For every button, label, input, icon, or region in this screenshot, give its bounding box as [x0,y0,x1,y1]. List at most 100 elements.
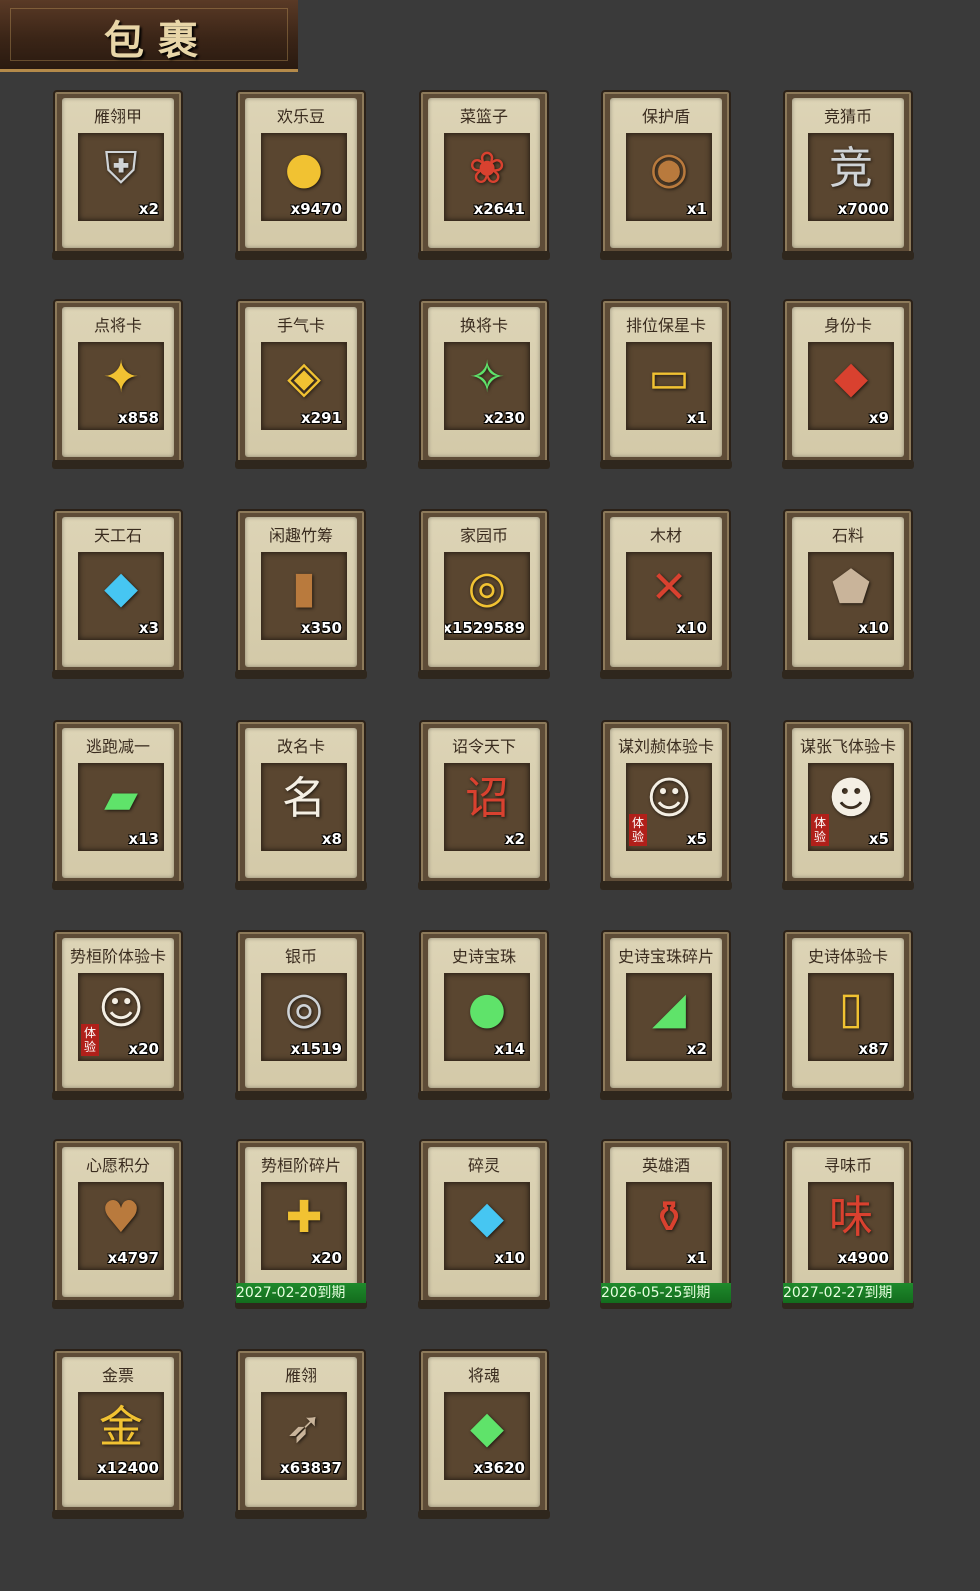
inventory-item[interactable]: 势桓阶碎片 ✚ x20 2027-02-20到期 [235,1139,367,1309]
inventory-item[interactable]: 逃跑减一 ▰ x13 [52,720,184,890]
item-name: 诏令天下 [451,737,516,756]
item-quantity: x1529589 [444,619,525,637]
item-quantity: x2 [686,1040,707,1058]
item-quantity: x2641 [473,200,525,218]
item-icon-box: ▰ x13 [78,763,164,851]
shield-icon: ◉ [649,143,689,194]
rename-card-icon: 名 [282,773,326,824]
silver-coin-icon: ◎ [284,983,324,1034]
item-name: 点将卡 [93,316,142,335]
rank-card-icon: ▭ [648,352,690,403]
inventory-item[interactable]: 家园币 ◎ x1529589 [418,509,550,679]
expiry-banner: 2026-05-25到期 [601,1283,731,1303]
expiry-banner: 2027-02-20到期 [236,1283,366,1303]
inventory-item[interactable]: 谋刘赪体验卡 ☺ 体验 x5 [600,720,732,890]
item-icon-box: ➶ x63837 [261,1392,347,1480]
inventory-item[interactable]: 谋张飞体验卡 ☻ 体验 x5 [782,720,914,890]
item-icon-box: 名 x8 [261,763,347,851]
inventory-item[interactable]: 雁翎甲 ⛨ x2 [52,90,184,260]
item-name: 将魂 [467,1366,500,1385]
item-name: 改名卡 [276,737,325,756]
item-quantity: x4900 [837,1249,889,1267]
item-quantity: x230 [484,409,525,427]
item-quantity: x13 [128,830,159,848]
item-icon-box: ◢ x2 [626,973,712,1061]
item-icon-box: ✚ x20 [261,1182,347,1270]
item-quantity: x14 [494,1040,525,1058]
item-name: 闲趣竹筹 [268,526,333,545]
item-icon-box: ▭ x1 [626,342,712,430]
inventory-item[interactable]: 将魂 ◆ x3620 [418,1349,550,1519]
inventory-item[interactable]: 史诗宝珠 ● x14 [418,930,550,1100]
item-name: 木材 [649,526,682,545]
inventory-item[interactable]: 闲趣竹筹 ▮ x350 [235,509,367,679]
item-icon-box: ☺ 体验 x20 [78,973,164,1061]
swap-card-icon: ✧ [468,352,506,403]
inventory-item[interactable]: 势桓阶体验卡 ☺ 体验 x20 [52,930,184,1100]
inventory-item[interactable]: 木材 ✕ x10 [600,509,732,679]
item-name: 英雄酒 [641,1156,690,1175]
item-icon-box: ◆ x10 [444,1182,530,1270]
inventory-item[interactable]: 雁翎 ➶ x63837 [235,1349,367,1519]
item-quantity: x12400 [97,1459,159,1477]
item-icon-box: ☻ 体验 x5 [808,763,894,851]
inventory-item[interactable]: 换将卡 ✧ x230 [418,299,550,469]
coin-icon: 竞 [829,143,873,194]
item-icon-box: ▮ x350 [261,552,347,640]
item-quantity: x291 [301,409,342,427]
inventory-item[interactable]: 点将卡 ✦ x858 [52,299,184,469]
inventory-item[interactable]: 排位保星卡 ▭ x1 [600,299,732,469]
inventory-item[interactable]: 天工石 ◆ x3 [52,509,184,679]
expiry-banner: 2027-02-27到期 [783,1283,913,1303]
item-name: 史诗宝珠 [451,947,516,966]
inventory-item[interactable]: 诏令天下诏 x2 [418,720,550,890]
inventory-item[interactable]: 金票金 x12400 [52,1349,184,1519]
inventory-item[interactable]: 心愿积分 ♥ x4797 [52,1139,184,1309]
inventory-item[interactable]: 竞猜币竞 x7000 [782,90,914,260]
item-quantity: x10 [676,619,707,637]
item-name: 天工石 [93,526,142,545]
item-icon-box: ☺ 体验 x5 [626,763,712,851]
puzzle-piece-icon: ✚ [285,1192,323,1243]
inventory-item[interactable]: 欢乐豆 ● x9470 [235,90,367,260]
inventory-item[interactable]: 史诗宝珠碎片 ◢ x2 [600,930,732,1100]
page-title: 包裹 [104,17,212,64]
inventory-item[interactable]: 身份卡 ◆ x9 [782,299,914,469]
item-quantity: x8 [321,830,342,848]
item-name: 心愿积分 [85,1156,150,1175]
scroll-icon: 诏 [465,773,509,824]
inventory-item[interactable]: 石料 ⬟ x10 [782,509,914,679]
item-quantity: x350 [301,619,342,637]
item-name: 势桓阶体验卡 [69,947,166,966]
inventory-item[interactable]: 英雄酒 ⚱ x1 2026-05-25到期 [600,1139,732,1309]
item-quantity: x3 [138,619,159,637]
inventory-item[interactable]: 保护盾 ◉ x1 [600,90,732,260]
item-icon-box: ✦ x858 [78,342,164,430]
item-quantity: x87 [858,1040,889,1058]
gold-card-icon: ▯ [838,983,864,1034]
item-name: 逃跑减一 [85,737,150,756]
item-quantity: x20 [128,1040,159,1058]
item-quantity: x3620 [473,1459,525,1477]
inventory-item[interactable]: 银币 ◎ x1519 [235,930,367,1100]
item-name: 石料 [831,526,864,545]
item-icon-box: ♥ x4797 [78,1182,164,1270]
inventory-item[interactable]: 碎灵 ◆ x10 [418,1139,550,1309]
stone-icon: ⬟ [831,562,871,613]
item-icon-box: ◎ x1519 [261,973,347,1061]
inventory-item[interactable]: 菜篮子 ❀ x2641 [418,90,550,260]
item-name: 身份卡 [823,316,872,335]
wine-jar-icon: ⚱ [650,1192,688,1243]
inventory-item[interactable]: 史诗体验卡 ▯ x87 [782,930,914,1100]
inventory-item[interactable]: 手气卡 ◈ x291 [235,299,367,469]
item-name: 排位保星卡 [625,316,706,335]
item-quantity: x5 [868,830,889,848]
item-icon-box: ⚱ x1 [626,1182,712,1270]
inventory-item[interactable]: 寻味币味 x4900 2027-02-27到期 [782,1139,914,1309]
tag-icon: ▰ [104,773,138,824]
item-name: 菜篮子 [459,107,508,126]
item-icon-box: 诏 x2 [444,763,530,851]
inventory-item[interactable]: 改名卡名 x8 [235,720,367,890]
item-icon-box: ✧ x230 [444,342,530,430]
card-token-icon: ✦ [102,352,140,403]
